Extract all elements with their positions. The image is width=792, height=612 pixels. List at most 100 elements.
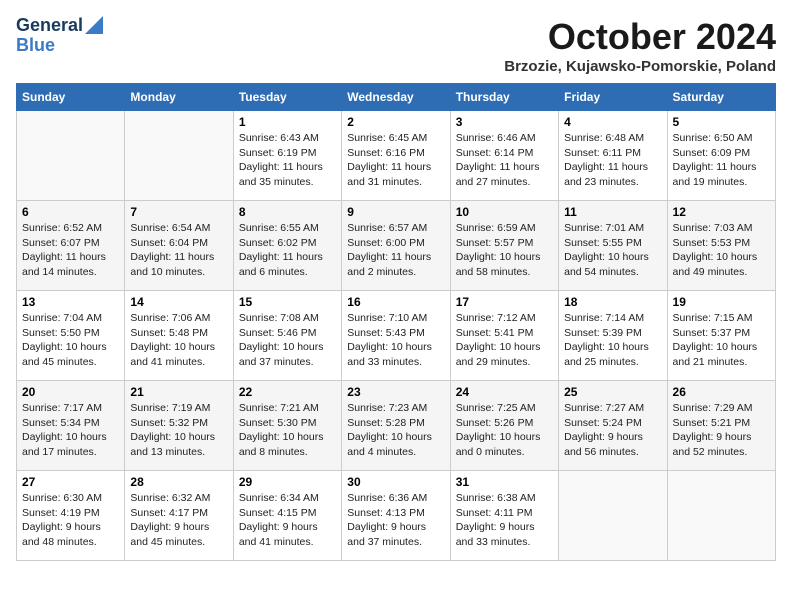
calendar-cell: 12Sunrise: 7:03 AMSunset: 5:53 PMDayligh… — [667, 201, 775, 291]
day-number: 2 — [347, 115, 444, 129]
day-number: 5 — [673, 115, 770, 129]
day-number: 29 — [239, 475, 336, 489]
day-info: Sunrise: 7:06 AMSunset: 5:48 PMDaylight:… — [130, 311, 227, 370]
calendar-cell: 28 Sunrise: 6:32 AMSunset: 4:17 PMDayligh… — [125, 471, 233, 561]
calendar-cell: 17 Sunrise: 7:12 AMSunset: 5:41 PMDayligh… — [450, 291, 558, 381]
day-number: 27 — [22, 475, 119, 489]
day-info: Sunrise: 7:12 AMSunset: 5:41 PMDaylight:… — [456, 311, 553, 370]
day-number: 22 — [239, 385, 336, 399]
calendar-week-row: 6 Sunrise: 6:52 AMSunset: 6:07 PMDaylight… — [17, 201, 776, 291]
calendar-cell: 30 Sunrise: 6:36 AMSunset: 4:13 PMDayligh… — [342, 471, 450, 561]
header-friday: Friday — [559, 84, 667, 111]
calendar-table: SundayMondayTuesdayWednesdayThursdayFrid… — [16, 83, 776, 561]
calendar-cell — [559, 471, 667, 561]
day-info: Sunrise: 6:59 AMSunset: 5:57 PMDaylight:… — [456, 221, 553, 280]
logo: General Blue — [16, 16, 103, 56]
day-number: 11 — [564, 205, 661, 219]
calendar-cell: 1 Sunrise: 6:43 AMSunset: 6:19 PMDaylight… — [233, 111, 341, 201]
day-info: Sunrise: 7:19 AMSunset: 5:32 PMDaylight:… — [130, 401, 227, 460]
calendar-week-row: 27 Sunrise: 6:30 AMSunset: 4:19 PMDayligh… — [17, 471, 776, 561]
day-info: Sunrise: 6:57 AMSunset: 6:00 PMDaylight:… — [347, 221, 444, 280]
calendar-cell: 5 Sunrise: 6:50 AMSunset: 6:09 PMDaylight… — [667, 111, 775, 201]
calendar-cell — [667, 471, 775, 561]
day-info: Sunrise: 6:48 AMSunset: 6:11 PMDaylight:… — [564, 131, 661, 190]
day-number: 30 — [347, 475, 444, 489]
day-info: Sunrise: 6:30 AMSunset: 4:19 PMDaylight:… — [22, 491, 119, 550]
calendar-cell: 31 Sunrise: 6:38 AMSunset: 4:11 PMDayligh… — [450, 471, 558, 561]
day-number: 6 — [22, 205, 119, 219]
day-info: Sunrise: 7:17 AMSunset: 5:34 PMDaylight:… — [22, 401, 119, 460]
day-number: 21 — [130, 385, 227, 399]
calendar-cell: 2 Sunrise: 6:45 AMSunset: 6:16 PMDaylight… — [342, 111, 450, 201]
day-info: Sunrise: 6:36 AMSunset: 4:13 PMDaylight:… — [347, 491, 444, 550]
day-info: Sunrise: 6:34 AMSunset: 4:15 PMDaylight:… — [239, 491, 336, 550]
calendar-header-row: SundayMondayTuesdayWednesdayThursdayFrid… — [17, 84, 776, 111]
calendar-week-row: 1 Sunrise: 6:43 AMSunset: 6:19 PMDaylight… — [17, 111, 776, 201]
calendar-cell — [125, 111, 233, 201]
location-text: Brzozie, Kujawsko-Pomorskie, Poland — [504, 58, 776, 75]
day-info: Sunrise: 6:50 AMSunset: 6:09 PMDaylight:… — [673, 131, 770, 190]
day-info: Sunrise: 6:32 AMSunset: 4:17 PMDaylight:… — [130, 491, 227, 550]
calendar-cell: 24Sunrise: 7:25 AMSunset: 5:26 PMDayligh… — [450, 381, 558, 471]
calendar-cell: 27 Sunrise: 6:30 AMSunset: 4:19 PMDayligh… — [17, 471, 125, 561]
title-block: October 2024 Brzozie, Kujawsko-Pomorskie… — [504, 16, 776, 75]
calendar-cell: 21 Sunrise: 7:19 AMSunset: 5:32 PMDayligh… — [125, 381, 233, 471]
logo-blue-text: Blue — [16, 36, 103, 56]
calendar-cell: 29 Sunrise: 6:34 AMSunset: 4:15 PMDayligh… — [233, 471, 341, 561]
calendar-cell: 22 Sunrise: 7:21 AMSunset: 5:30 PMDayligh… — [233, 381, 341, 471]
day-number: 12 — [673, 205, 770, 219]
day-info: Sunrise: 7:29 AMSunset: 5:21 PMDaylight:… — [673, 401, 770, 460]
calendar-cell: 7 Sunrise: 6:54 AMSunset: 6:04 PMDaylight… — [125, 201, 233, 291]
calendar-cell: 19 Sunrise: 7:15 AMSunset: 5:37 PMDayligh… — [667, 291, 775, 381]
calendar-cell: 23Sunrise: 7:23 AMSunset: 5:28 PMDayligh… — [342, 381, 450, 471]
day-number: 24 — [456, 385, 553, 399]
day-info: Sunrise: 6:54 AMSunset: 6:04 PMDaylight:… — [130, 221, 227, 280]
day-number: 17 — [456, 295, 553, 309]
calendar-cell: 25 Sunrise: 7:27 AMSunset: 5:24 PMDayligh… — [559, 381, 667, 471]
day-info: Sunrise: 7:01 AMSunset: 5:55 PMDaylight:… — [564, 221, 661, 280]
calendar-cell: 9Sunrise: 6:57 AMSunset: 6:00 PMDaylight… — [342, 201, 450, 291]
day-number: 25 — [564, 385, 661, 399]
day-number: 10 — [456, 205, 553, 219]
header-monday: Monday — [125, 84, 233, 111]
day-number: 8 — [239, 205, 336, 219]
day-number: 28 — [130, 475, 227, 489]
calendar-cell: 16Sunrise: 7:10 AMSunset: 5:43 PMDayligh… — [342, 291, 450, 381]
day-info: Sunrise: 7:23 AMSunset: 5:28 PMDaylight:… — [347, 401, 444, 460]
day-info: Sunrise: 6:45 AMSunset: 6:16 PMDaylight:… — [347, 131, 444, 190]
header-sunday: Sunday — [17, 84, 125, 111]
day-number: 20 — [22, 385, 119, 399]
day-info: Sunrise: 6:43 AMSunset: 6:19 PMDaylight:… — [239, 131, 336, 190]
day-info: Sunrise: 6:38 AMSunset: 4:11 PMDaylight:… — [456, 491, 553, 550]
header-thursday: Thursday — [450, 84, 558, 111]
day-number: 19 — [673, 295, 770, 309]
day-info: Sunrise: 7:21 AMSunset: 5:30 PMDaylight:… — [239, 401, 336, 460]
day-number: 1 — [239, 115, 336, 129]
day-number: 15 — [239, 295, 336, 309]
calendar-cell: 18 Sunrise: 7:14 AMSunset: 5:39 PMDayligh… — [559, 291, 667, 381]
day-info: Sunrise: 7:14 AMSunset: 5:39 PMDaylight:… — [564, 311, 661, 370]
calendar-cell: 11 Sunrise: 7:01 AMSunset: 5:55 PMDayligh… — [559, 201, 667, 291]
day-number: 18 — [564, 295, 661, 309]
calendar-cell: 3Sunrise: 6:46 AMSunset: 6:14 PMDaylight… — [450, 111, 558, 201]
day-info: Sunrise: 7:27 AMSunset: 5:24 PMDaylight:… — [564, 401, 661, 460]
day-number: 31 — [456, 475, 553, 489]
calendar-cell: 15Sunrise: 7:08 AMSunset: 5:46 PMDayligh… — [233, 291, 341, 381]
logo-general-text: General — [16, 16, 83, 36]
day-info: Sunrise: 6:55 AMSunset: 6:02 PMDaylight:… — [239, 221, 336, 280]
calendar-cell: 10 Sunrise: 6:59 AMSunset: 5:57 PMDayligh… — [450, 201, 558, 291]
day-info: Sunrise: 6:52 AMSunset: 6:07 PMDaylight:… — [22, 221, 119, 280]
page-header: General Blue October 2024 Brzozie, Kujaw… — [16, 16, 776, 75]
header-tuesday: Tuesday — [233, 84, 341, 111]
day-number: 13 — [22, 295, 119, 309]
calendar-week-row: 20 Sunrise: 7:17 AMSunset: 5:34 PMDayligh… — [17, 381, 776, 471]
day-number: 16 — [347, 295, 444, 309]
day-number: 4 — [564, 115, 661, 129]
header-wednesday: Wednesday — [342, 84, 450, 111]
day-number: 7 — [130, 205, 227, 219]
day-number: 26 — [673, 385, 770, 399]
day-info: Sunrise: 7:15 AMSunset: 5:37 PMDaylight:… — [673, 311, 770, 370]
logo-triangle-icon — [85, 16, 103, 34]
day-number: 14 — [130, 295, 227, 309]
calendar-week-row: 13Sunrise: 7:04 AMSunset: 5:50 PMDayligh… — [17, 291, 776, 381]
